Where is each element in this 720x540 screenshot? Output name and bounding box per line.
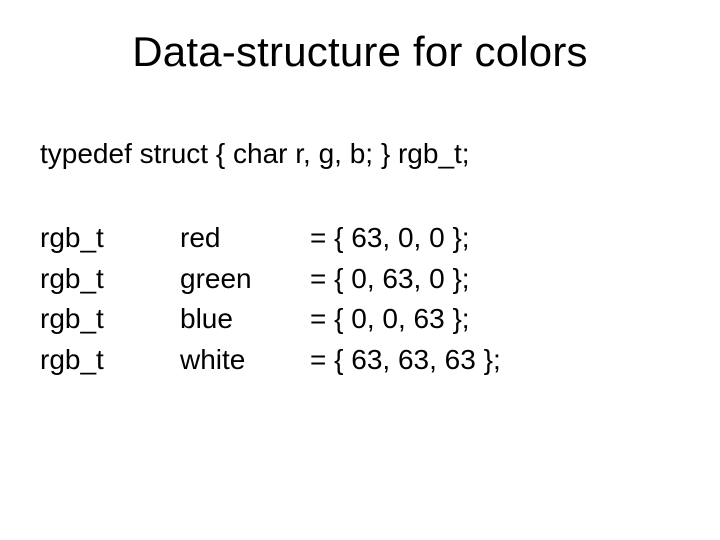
decl-value: = { 0, 63, 0 }; (310, 259, 470, 300)
decl-name: green (180, 259, 310, 300)
decl-type: rgb_t (40, 218, 180, 259)
decl-type: rgb_t (40, 259, 180, 300)
slide-title: Data-structure for colors (0, 28, 720, 76)
decl-name: blue (180, 299, 310, 340)
decl-name: white (180, 340, 310, 381)
decl-value: = { 0, 0, 63 }; (310, 299, 470, 340)
decl-row: rgb_t blue = { 0, 0, 63 }; (40, 299, 501, 340)
decl-value: = { 63, 63, 63 }; (310, 340, 501, 381)
decl-value: = { 63, 0, 0 }; (310, 218, 470, 259)
decl-type: rgb_t (40, 340, 180, 381)
typedef-line: typedef struct { char r, g, b; } rgb_t; (40, 138, 470, 170)
decl-row: rgb_t white = { 63, 63, 63 }; (40, 340, 501, 381)
decl-type: rgb_t (40, 299, 180, 340)
decl-name: red (180, 218, 310, 259)
decl-row: rgb_t red = { 63, 0, 0 }; (40, 218, 501, 259)
slide: Data-structure for colors typedef struct… (0, 0, 720, 540)
decl-row: rgb_t green = { 0, 63, 0 }; (40, 259, 501, 300)
declarations-block: rgb_t red = { 63, 0, 0 }; rgb_t green = … (40, 218, 501, 380)
